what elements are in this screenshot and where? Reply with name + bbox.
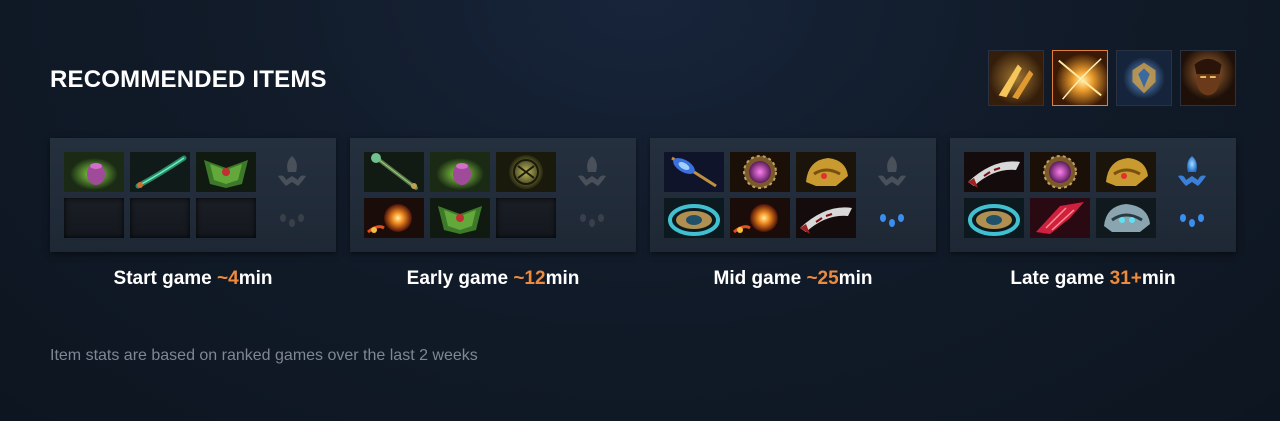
glowing-branch-icon[interactable] [130, 152, 190, 192]
item-build-panel [50, 138, 336, 252]
golden-helm-icon[interactable] [796, 152, 856, 192]
fire-orb-icon[interactable] [730, 198, 790, 238]
phase-label: Early game ~12min [350, 268, 636, 290]
empty-item-slot [64, 198, 124, 238]
phase-time: ~4 [217, 268, 239, 289]
purple-orb-icon[interactable] [730, 152, 790, 192]
ability-tab-2[interactable] [1052, 50, 1108, 106]
ability-tab-4[interactable] [1180, 50, 1236, 106]
phase-time: ~25 [806, 268, 839, 289]
ability-hero-portrait-icon [1181, 51, 1235, 105]
golden-helm-icon[interactable] [1096, 152, 1156, 192]
green-mask-icon[interactable] [430, 198, 490, 238]
item-build-panel [350, 138, 636, 252]
green-potion-icon[interactable] [64, 152, 124, 192]
empty-item-slot [130, 198, 190, 238]
green-mask-icon[interactable] [196, 152, 256, 192]
phase-unit: min [1141, 268, 1176, 289]
ability-selector [988, 50, 1236, 106]
blue-scepter-icon[interactable] [664, 152, 724, 192]
phase-name: Mid game [713, 268, 807, 289]
green-potion-icon[interactable] [430, 152, 490, 192]
empty-item-slot [196, 198, 256, 238]
phase-name: Start game [113, 268, 218, 289]
neutral-slot-blue-icon [1172, 152, 1212, 192]
teal-ring-icon[interactable] [664, 198, 724, 238]
red-blade-icon[interactable] [796, 198, 856, 238]
green-staff-icon[interactable] [364, 152, 424, 192]
item-build-panel [650, 138, 936, 252]
ability-tab-3[interactable] [1116, 50, 1172, 106]
neutral-token-blue-icon [872, 198, 912, 238]
phase-time: ~12 [513, 268, 546, 289]
phase-name: Late game [1010, 268, 1110, 289]
phase-label: Start game ~4min [50, 268, 336, 290]
phase-label: Late game 31+min [950, 268, 1236, 290]
recommended-items-section: RECOMMENDED ITEMS Start game ~4min Early … [0, 0, 1280, 421]
crimson-claw-icon[interactable] [1030, 198, 1090, 238]
purple-orb-icon[interactable] [1030, 152, 1090, 192]
ability-golden-claw-icon [989, 51, 1043, 105]
phase-label: Mid game ~25min [650, 268, 936, 290]
section-title: RECOMMENDED ITEMS [50, 66, 327, 93]
neutral-slot-dim-icon [872, 152, 912, 192]
phase-time: 31+ [1109, 268, 1142, 289]
ability-light-burst-icon [1053, 51, 1107, 105]
ability-tab-1[interactable] [988, 50, 1044, 106]
red-blade-icon[interactable] [964, 152, 1024, 192]
frost-helm-icon[interactable] [1096, 198, 1156, 238]
neutral-slot-dim-icon [572, 152, 612, 192]
fire-orb-icon[interactable] [364, 198, 424, 238]
phase-name: Early game [406, 268, 514, 289]
neutral-token-blue-icon [1172, 198, 1212, 238]
empty-item-slot [496, 198, 556, 238]
ability-shield-emblem-icon [1117, 51, 1171, 105]
teal-ring-icon[interactable] [964, 198, 1024, 238]
gold-rune-icon[interactable] [496, 152, 556, 192]
neutral-token-dim-icon [272, 198, 312, 238]
phase-unit: min [545, 268, 580, 289]
phase-unit: min [838, 268, 873, 289]
neutral-token-dim-icon [572, 198, 612, 238]
phase-unit: min [238, 268, 273, 289]
neutral-slot-dim-icon [272, 152, 312, 192]
footnote: Item stats are based on ranked games ove… [50, 347, 478, 364]
item-build-panel [950, 138, 1236, 252]
